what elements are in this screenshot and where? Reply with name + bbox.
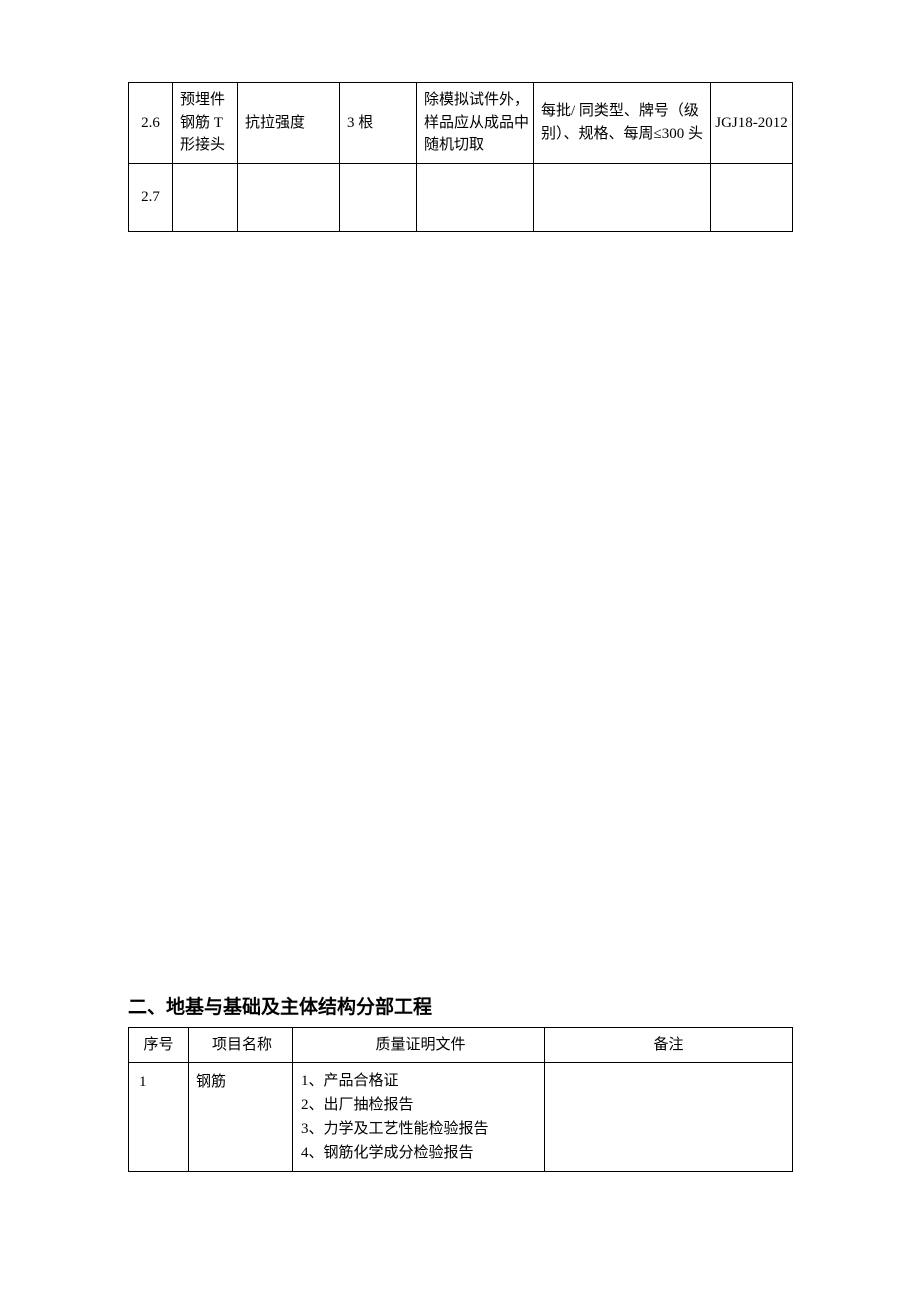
cell-note1 [417,163,534,231]
cell-remark [545,1063,793,1172]
cell-num: 2.7 [129,163,173,231]
section-title: 二、地基与基础及主体结构分部工程 [128,992,792,1019]
cell-name: 预埋件钢筋 T 形接头 [173,83,238,164]
cell-doc: 1、产品合格证2、出厂抽检报告3、力学及工艺性能检验报告4、钢筋化学成分检验报告 [293,1063,545,1172]
cell-param [238,163,340,231]
cell-qty [340,163,417,231]
cell-num: 1 [129,1063,189,1172]
header-remark: 备注 [545,1027,793,1063]
cell-std: JGJ18-2012 [711,83,793,164]
cell-name: 钢筋 [189,1063,293,1172]
header-num: 序号 [129,1027,189,1063]
table-2: 序号 项目名称 质量证明文件 备注 1 钢筋 1、产品合格证2、出厂抽检报告3、… [128,1027,793,1173]
table-header-row: 序号 项目名称 质量证明文件 备注 [129,1027,793,1063]
cell-note2 [534,163,711,231]
cell-num: 2.6 [129,83,173,164]
cell-note2: 每批/ 同类型、牌号（级别）、规格、每周≤300 头 [534,83,711,164]
table-row: 2.6 预埋件钢筋 T 形接头 抗拉强度 3 根 除模拟试件外，样品应从成品中随… [129,83,793,164]
cell-name [173,163,238,231]
cell-qty: 3 根 [340,83,417,164]
table-row: 1 钢筋 1、产品合格证2、出厂抽检报告3、力学及工艺性能检验报告4、钢筋化学成… [129,1063,793,1172]
table-1: 2.6 预埋件钢筋 T 形接头 抗拉强度 3 根 除模拟试件外，样品应从成品中随… [128,82,793,232]
cell-param: 抗拉强度 [238,83,340,164]
table-row: 2.7 [129,163,793,231]
cell-note1: 除模拟试件外，样品应从成品中随机切取 [417,83,534,164]
header-doc: 质量证明文件 [293,1027,545,1063]
cell-std [711,163,793,231]
header-name: 项目名称 [189,1027,293,1063]
